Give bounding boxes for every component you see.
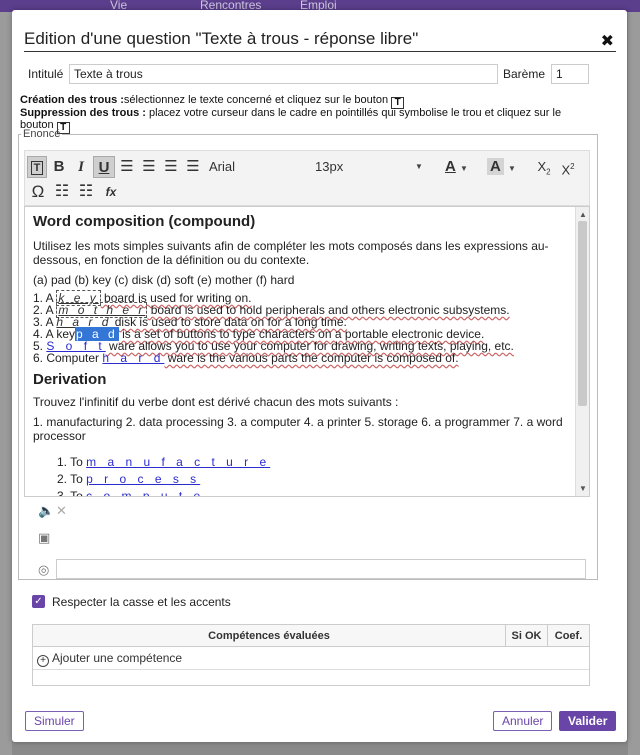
- bg-nav-rencontres: Rencontres: [200, 0, 262, 12]
- bg-nav-vie: Vie: [110, 0, 128, 12]
- scroll-thumb[interactable]: [578, 221, 587, 406]
- bullet-list-icon[interactable]: ☷: [51, 181, 73, 203]
- chevron-down-icon: ▼: [415, 162, 423, 171]
- italic-icon[interactable]: I: [71, 156, 91, 178]
- background-right: [628, 12, 640, 755]
- col-si-ok: Si OK: [505, 625, 547, 647]
- highlight-icon[interactable]: A ▼: [487, 156, 525, 178]
- align-right-icon[interactable]: ☰: [161, 156, 181, 178]
- intitule-label: Intitulé: [28, 67, 64, 81]
- respect-case-label: Respecter la casse et les accents: [52, 595, 231, 609]
- editor-scrollbar[interactable]: ▲ ▼: [575, 207, 589, 496]
- sound-add-icon[interactable]: 🔈: [38, 503, 54, 519]
- numbered-list-icon[interactable]: ☷: [75, 181, 97, 203]
- delete-icon[interactable]: ✕: [56, 503, 67, 519]
- background-left: [0, 12, 12, 755]
- hole-icon[interactable]: T: [27, 156, 47, 178]
- heading-derivation: Derivation: [33, 371, 107, 388]
- creation-label: Création des trous :: [20, 94, 124, 106]
- image-add-icon[interactable]: ▣: [38, 530, 50, 546]
- gap-6[interactable]: h a r d: [102, 351, 164, 365]
- superscript-icon[interactable]: X2: [557, 156, 579, 178]
- font-color-icon[interactable]: A ▼: [445, 156, 483, 178]
- scroll-up-icon[interactable]: ▲: [579, 210, 587, 219]
- font-size-value: 13px: [315, 159, 344, 174]
- col-competences: Compétences évaluées: [208, 630, 330, 642]
- align-center-icon[interactable]: ☰: [139, 156, 159, 178]
- formula-icon[interactable]: fx: [101, 181, 121, 203]
- table-divider: [33, 669, 589, 670]
- word-list: (a) pad (b) key (c) disk (d) soft (e) mo…: [33, 273, 295, 287]
- font-family-select[interactable]: Arial: [209, 156, 279, 178]
- col-coef: Coef.: [547, 625, 589, 647]
- align-left-icon[interactable]: ☰: [117, 156, 137, 178]
- competences-table: Compétences évaluées Si OK Coef. + Ajoute…: [32, 624, 590, 686]
- underline-icon[interactable]: U: [93, 156, 115, 178]
- derivation-list: 1. manufacturing 2. data processing 3. a…: [33, 415, 563, 443]
- modal-title: Edition d'une question "Texte à trous - …: [24, 29, 419, 48]
- intro-paragraph: Utilisez les mots simples suivants afin …: [33, 239, 549, 267]
- enonce-editor[interactable]: Word composition (compound) Utilisez les…: [24, 206, 590, 497]
- answer-2: 2. To p r o c e s s: [57, 472, 201, 486]
- editor-toolbar: T B I U ☰ ☰ ☰ ☰ Arial 13px ▼ A ▼ A ▼ X2 …: [24, 150, 590, 206]
- heading-word-composition: Word composition (compound): [33, 213, 256, 230]
- justify-icon[interactable]: ☰: [183, 156, 203, 178]
- simuler-button[interactable]: Simuler: [25, 711, 84, 731]
- web-link-icon[interactable]: ◎: [38, 562, 49, 578]
- close-icon[interactable]: ✖: [601, 31, 614, 51]
- derivation-intro: Trouvez l'infinitif du verbe dont est dé…: [33, 395, 399, 409]
- valider-button[interactable]: Valider: [559, 711, 617, 731]
- sentence-6: 6. Computer h a r d ware is the various …: [33, 351, 459, 365]
- competences-header: Compétences évaluées Si OK Coef.: [33, 625, 589, 647]
- url-input[interactable]: [56, 559, 586, 579]
- bold-icon[interactable]: B: [49, 156, 69, 178]
- scroll-down-icon[interactable]: ▼: [579, 484, 587, 493]
- add-competence-label: Ajouter une compétence: [52, 651, 183, 665]
- bg-nav-emploi: Emploi: [300, 0, 337, 12]
- intitule-input[interactable]: Texte à trous: [69, 64, 498, 84]
- bareme-label: Barème: [503, 67, 546, 81]
- gap-answer-1[interactable]: m a n u f a c t u r e: [86, 455, 270, 469]
- answer-1: 1. To m a n u f a c t u r e: [57, 455, 271, 469]
- annuler-button[interactable]: Annuler: [493, 711, 553, 731]
- gap-answer-3[interactable]: c o m p u t e: [86, 489, 204, 496]
- bareme-input[interactable]: 1: [551, 64, 589, 84]
- add-competence-button[interactable]: + Ajouter une compétence: [37, 651, 182, 667]
- answer-3: 3. To c o m p u t e: [33, 489, 573, 496]
- plus-circle-icon: +: [37, 655, 49, 667]
- modal-header: Edition d'une question "Texte à trous - …: [24, 18, 616, 52]
- creation-text: sélectionnez le texte concerné et clique…: [123, 94, 389, 106]
- font-family-value: Arial: [209, 159, 236, 174]
- font-size-select[interactable]: 13px ▼: [315, 156, 425, 178]
- subscript-icon[interactable]: X2: [533, 156, 555, 178]
- editor-content[interactable]: Word composition (compound) Utilisez les…: [33, 213, 573, 496]
- omega-icon[interactable]: Ω: [27, 181, 49, 203]
- respect-case-checkbox[interactable]: ✓: [32, 595, 45, 608]
- enonce-legend: Enoncé: [23, 128, 61, 140]
- suppression-label: Suppression des trous :: [20, 107, 146, 119]
- gap-answer-2[interactable]: p r o c e s s: [86, 472, 200, 486]
